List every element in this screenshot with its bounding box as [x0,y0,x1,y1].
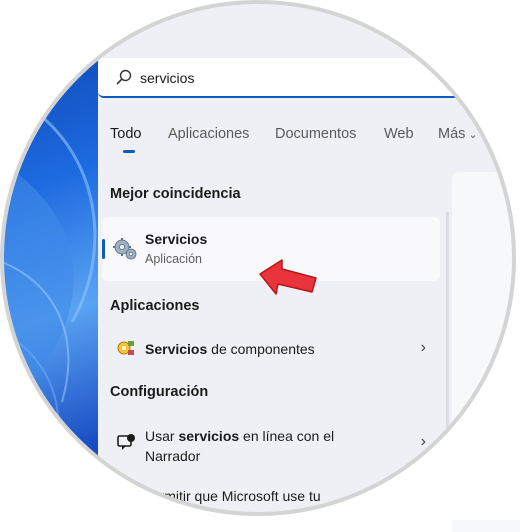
settings-result-privacy[interactable]: permitir que Microsoft use tu [102,484,440,524]
tab-web[interactable]: Web [384,126,414,142]
gears-icon [111,235,139,268]
settings-text-line2: Narrador [145,448,201,464]
best-match-title: Servicios [145,231,208,247]
best-match-heading: Mejor coincidencia [110,186,241,202]
settings-text-pre: Usar [145,428,179,444]
app-result-label: Servicios de componentes [145,341,315,357]
chevron-down-icon: ⌄ [468,129,478,141]
tab-mas-label: Más [438,126,466,142]
chevron-right-icon[interactable]: › [421,339,426,357]
app-result-rest: de componentes [207,341,315,357]
tab-aplicaciones[interactable]: Aplicaciones [168,126,249,142]
tab-todo[interactable]: Todo [110,126,141,142]
results-scrollbar[interactable] [446,212,449,512]
narrator-icon [116,432,136,457]
best-match-type: Aplicación [145,252,202,266]
app-result-bold: Servicios [145,341,208,357]
chevron-right-icon[interactable]: › [421,433,426,451]
settings-result-narrator[interactable]: Usar servicios en línea con el Narrador › [102,420,440,468]
result-preview-pane [452,172,520,532]
apps-heading: Aplicaciones [110,298,200,314]
settings-result-label-2: permitir que Microsoft use tu [144,488,321,504]
settings-text-post: en línea con el [239,428,335,444]
component-services-icon [116,338,136,363]
settings-text-bold: servicios [178,428,240,444]
tab-documentos[interactable]: Documentos [275,126,356,142]
tab-mas[interactable]: Más ⌄ [438,126,478,142]
selection-indicator [102,239,105,259]
active-tab-indicator [123,150,135,153]
settings-result-label: Usar servicios en línea con el Narrador [145,426,334,466]
search-box[interactable]: servicios [98,58,518,98]
settings-heading: Configuración [110,384,209,400]
app-result-component-services[interactable]: Servicios de componentes › [102,328,440,368]
search-input[interactable]: servicios [140,70,194,86]
search-icon [116,69,132,90]
red-pointer-arrow-icon [258,258,320,307]
